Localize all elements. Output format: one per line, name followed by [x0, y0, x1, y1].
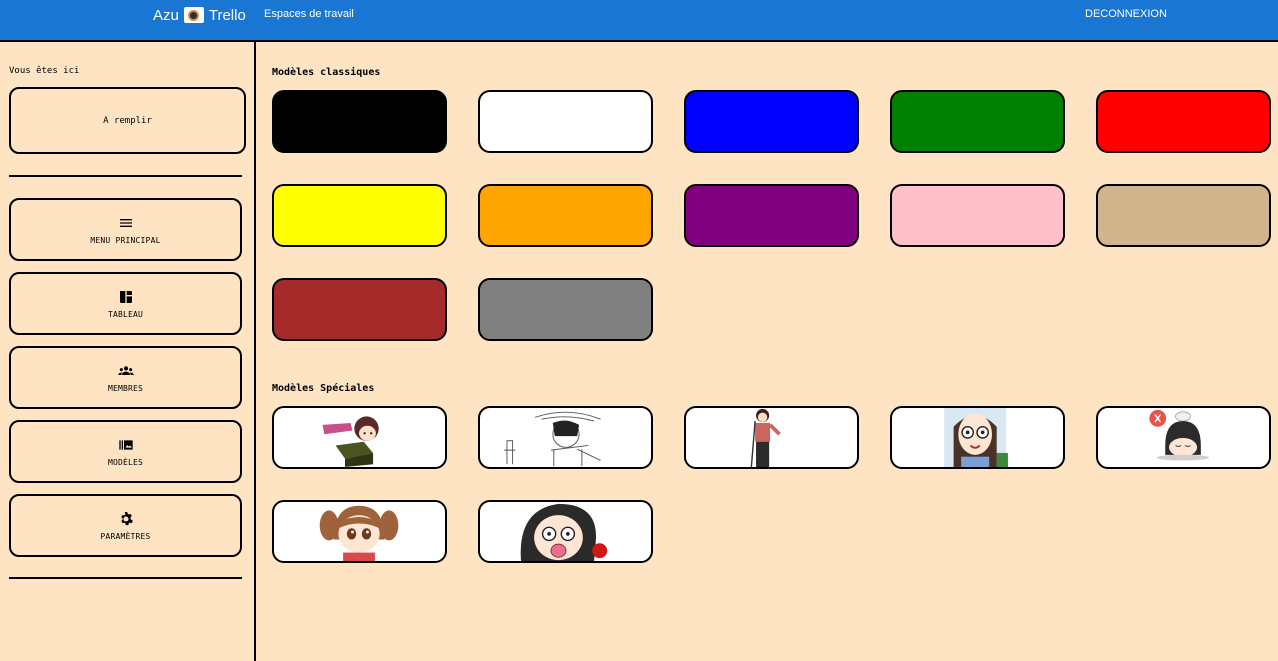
brand-name-right: Trello [208, 6, 246, 24]
surprised-character-image [520, 503, 608, 561]
sidebar-item-templates[interactable]: MODÈLES [9, 420, 242, 483]
sidebar: Vous êtes ici A remplir MENU PRINCIPAL T… [0, 42, 256, 661]
sidebar-item-label: MEMBRES [107, 383, 144, 393]
special-templates-heading: Modèles Spéciales [272, 383, 375, 394]
classic-template-tile[interactable] [684, 184, 859, 247]
special-template-tile[interactable] [478, 500, 653, 563]
sidebar-divider [9, 577, 242, 579]
classic-template-tile[interactable] [1096, 90, 1271, 153]
brand-logo-icon [183, 7, 204, 23]
anime-character-lying-on-box-image [322, 416, 379, 467]
classic-template-tile[interactable] [478, 184, 653, 247]
character-with-pigtails-image [319, 505, 399, 561]
brand-name-left: Azu [153, 6, 179, 24]
workspaces-link[interactable]: Espaces de travail [264, 8, 354, 20]
classic-template-tile[interactable] [1096, 184, 1271, 247]
classic-template-tile[interactable] [272, 90, 447, 153]
top-app-bar: Azu Trello Espaces de travail DECONNEXIO… [0, 0, 1278, 42]
classic-template-tile[interactable] [684, 90, 859, 153]
location-label: Vous êtes ici [9, 66, 80, 76]
sidebar-item-label: TABLEAU [107, 309, 144, 319]
character-standing-in-doorway-image [750, 408, 781, 467]
sidebar-divider [9, 175, 242, 177]
sidebar-item-board[interactable]: TABLEAU [9, 272, 242, 335]
brand[interactable]: Azu Trello [153, 5, 246, 25]
special-template-tile[interactable] [1096, 406, 1271, 469]
groups-icon [117, 365, 134, 375]
sidebar-item-main-menu[interactable]: MENU PRINCIPAL [9, 198, 242, 261]
classic-template-tile[interactable] [272, 278, 447, 341]
sidebar-item-label: MODÈLES [107, 457, 144, 467]
classic-template-tile[interactable] [478, 278, 653, 341]
sidebar-item-members[interactable]: MEMBRES [9, 346, 242, 409]
sidebar-item-settings[interactable]: PARAMÈTRES [9, 494, 242, 557]
dashboard-icon [119, 290, 132, 303]
settings-gear-icon [120, 511, 133, 525]
special-template-tile[interactable] [478, 406, 653, 469]
special-template-tile[interactable] [684, 406, 859, 469]
classic-template-tile[interactable] [890, 90, 1065, 153]
special-template-tile[interactable] [890, 406, 1065, 469]
classic-template-tile[interactable] [272, 184, 447, 247]
logout-button[interactable]: DECONNEXION [1085, 8, 1167, 20]
sidebar-item-label: MENU PRINCIPAL [90, 235, 161, 245]
menu-icon [119, 218, 132, 227]
character-with-glasses-image [944, 408, 1008, 467]
classic-template-tile[interactable] [890, 184, 1065, 247]
classic-template-tile[interactable] [478, 90, 653, 153]
classic-templates-heading: Modèles classiques [272, 67, 381, 78]
sidebar-item-label: PARAMÈTRES [100, 531, 151, 541]
special-template-tile[interactable] [272, 406, 447, 469]
sleepy-character-with-cat-image [1149, 409, 1210, 461]
sketched-character-with-hat-image [504, 411, 601, 467]
location-box: A remplir [9, 87, 246, 154]
photo-library-icon [118, 439, 133, 450]
location-value: A remplir [103, 115, 152, 126]
special-template-tile[interactable] [272, 500, 447, 563]
